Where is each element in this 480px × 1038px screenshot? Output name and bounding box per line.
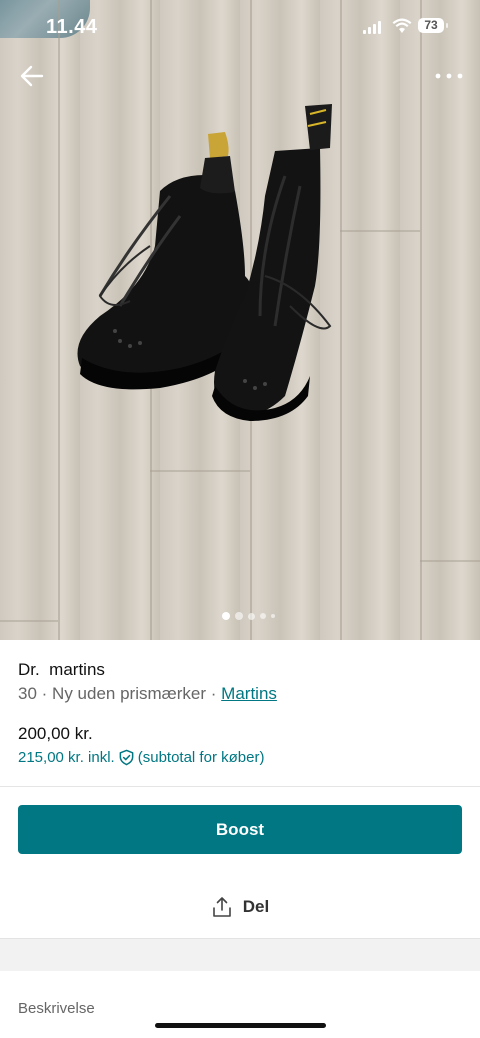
floor-joint <box>150 470 250 472</box>
home-indicator[interactable] <box>155 1023 326 1028</box>
item-price: 200,00 kr. <box>18 724 93 743</box>
item-size: 30 <box>18 684 37 703</box>
wifi-icon <box>392 18 412 33</box>
status-time: 11.44 <box>46 16 98 38</box>
status-bar: 11.44 73 <box>0 0 480 54</box>
pagination-dot[interactable] <box>271 614 275 618</box>
pagination-dot[interactable] <box>248 612 255 620</box>
pagination-dot-active[interactable] <box>222 612 230 620</box>
divider <box>0 786 480 787</box>
item-photo[interactable]: 11.44 73 <box>0 0 480 640</box>
meta-separator: · <box>210 684 222 703</box>
share-label: Del <box>242 897 270 916</box>
more-options-icon[interactable] <box>432 64 466 88</box>
shield-check-icon <box>119 749 134 766</box>
item-title: Dr. martins <box>18 660 105 679</box>
photo-pagination[interactable] <box>222 612 275 620</box>
brand-link[interactable]: Martins <box>221 684 277 703</box>
item-meta: 30 · Ny uden prismærker · Martins <box>18 684 277 704</box>
boots-image <box>77 104 332 421</box>
section-divider <box>0 938 480 971</box>
signal-icon <box>363 21 381 34</box>
buyer-price[interactable]: 215,00 kr. inkl. (subtotal for køber) <box>18 749 264 766</box>
pagination-dot[interactable] <box>260 613 266 619</box>
floor-joint <box>420 560 480 562</box>
share-button[interactable]: Del <box>0 892 480 922</box>
buyer-price-note: (subtotal for køber) <box>137 749 265 766</box>
buyer-price-value: 215,00 kr. inkl. <box>18 749 115 766</box>
description-heading: Beskrivelse <box>18 1000 95 1017</box>
meta-separator: · <box>41 684 53 703</box>
floor-plank-line <box>420 0 422 640</box>
boost-button[interactable]: Boost <box>18 805 462 854</box>
back-arrow-icon[interactable] <box>18 62 46 90</box>
share-icon <box>212 897 231 917</box>
item-condition: Ny uden prismærker <box>52 684 207 703</box>
floor-joint <box>0 620 58 622</box>
pagination-dot[interactable] <box>235 612 243 620</box>
battery-icon: 73 <box>418 18 448 33</box>
